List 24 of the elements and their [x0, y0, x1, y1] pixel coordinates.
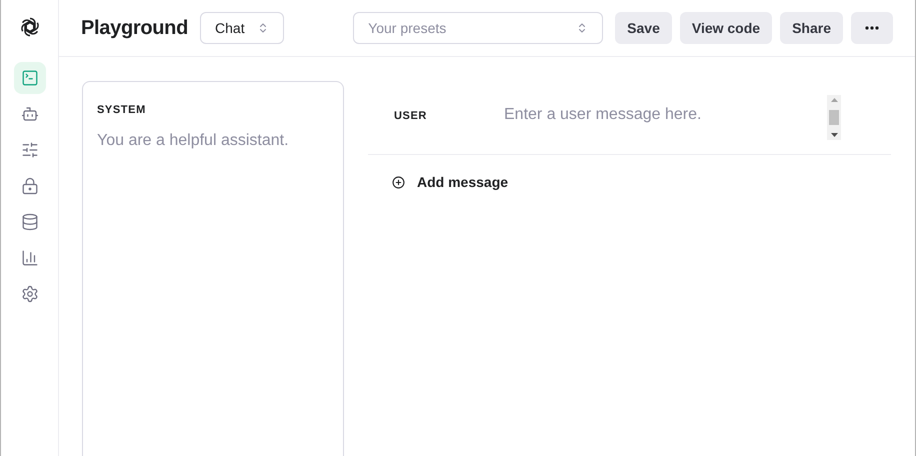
plus-circle-icon [392, 176, 405, 189]
sliders-icon [20, 141, 38, 159]
header-button[interactable]: View code [680, 12, 772, 44]
scrollbar[interactable] [827, 95, 841, 140]
header-button[interactable]: Share [780, 12, 843, 44]
mode-select[interactable]: Chat [200, 12, 284, 44]
robot-icon [20, 105, 38, 123]
system-input[interactable]: You are a helpful assistant. [97, 128, 329, 188]
page-title: Playground [81, 16, 188, 41]
header-button[interactable]: Save [615, 12, 672, 44]
message-input[interactable]: Enter a user message here. [504, 95, 827, 140]
terminal-icon [20, 69, 38, 87]
add-message-button[interactable]: Add message [392, 172, 508, 193]
scrollbar-thumb[interactable] [829, 110, 839, 125]
bar-chart-icon [20, 249, 38, 267]
system-label: SYSTEM [97, 103, 147, 118]
presets-placeholder: Your presets [368, 18, 446, 38]
more-icon [865, 26, 879, 30]
role-label[interactable]: USER [394, 95, 504, 124]
sidebar-item[interactable] [14, 62, 46, 94]
lock-icon [20, 177, 38, 195]
settings-icon [20, 285, 38, 303]
scroll-down-icon[interactable] [830, 133, 838, 137]
database-icon [20, 213, 38, 231]
